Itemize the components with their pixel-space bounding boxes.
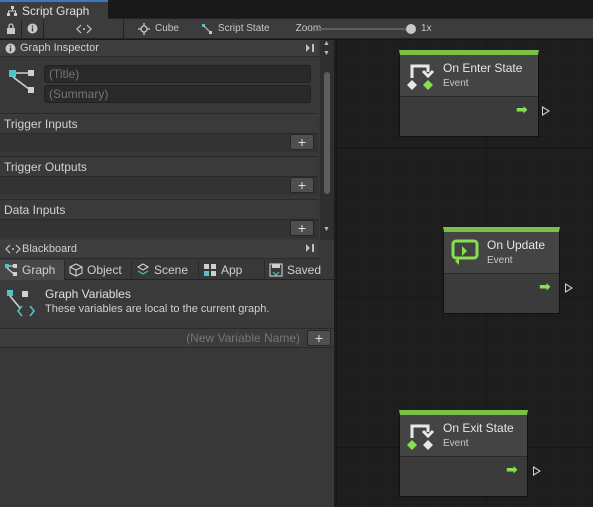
cube-label: Cube bbox=[155, 23, 179, 34]
new-variable-row: + bbox=[0, 328, 334, 348]
flow-output-port[interactable] bbox=[533, 466, 541, 476]
node-title: On Exit State bbox=[443, 421, 514, 435]
tab-object-label: Object bbox=[87, 263, 122, 277]
node-subtitle: Event bbox=[443, 78, 469, 89]
graph-icon bbox=[5, 264, 17, 276]
app-icon bbox=[204, 264, 216, 276]
new-variable-name-input[interactable] bbox=[4, 330, 304, 346]
window-tab-script-graph[interactable]: Script Graph bbox=[0, 0, 108, 19]
window-title: Script Graph bbox=[22, 3, 90, 18]
tab-object[interactable]: Object bbox=[65, 260, 132, 280]
tab-app-label: App bbox=[221, 263, 243, 277]
lock-button[interactable] bbox=[0, 18, 22, 39]
trigger-inputs-label: Trigger Inputs bbox=[4, 117, 78, 131]
blackboard-title: Blackboard bbox=[22, 243, 78, 255]
flow-output-port[interactable] bbox=[542, 106, 550, 116]
graph-variables-info: Graph Variables These variables are loca… bbox=[0, 280, 334, 322]
scroll-down-icon[interactable]: ▼ bbox=[323, 226, 330, 233]
tab-saved[interactable]: Saved bbox=[265, 260, 334, 280]
left-panel: Graph Inspector ▲ ▼ ▼ Trigger Inputs + T… bbox=[0, 40, 334, 507]
node-subtitle: Event bbox=[487, 255, 513, 266]
flow-output-arrow-icon: ➡ bbox=[516, 101, 528, 117]
script-graph-icon bbox=[7, 5, 17, 16]
tab-saved-label: Saved bbox=[287, 263, 322, 277]
graph-variables-desc: These variables are local to the current… bbox=[45, 303, 270, 315]
script-state-label: Script State bbox=[217, 23, 270, 34]
cube-icon bbox=[69, 263, 83, 277]
node-header: On Enter State Event bbox=[400, 55, 538, 97]
tab-graph-label: Graph bbox=[22, 263, 56, 277]
tab-app[interactable]: App bbox=[199, 260, 265, 280]
data-inputs-label: Data Inputs bbox=[4, 203, 66, 217]
graph-inspector-title: Graph Inspector bbox=[20, 42, 99, 54]
script-state-button[interactable]: Script State bbox=[201, 23, 270, 35]
on-enter-state-icon bbox=[407, 64, 435, 90]
scene-icon bbox=[136, 263, 150, 275]
add-trigger-input-button[interactable]: + bbox=[290, 134, 314, 150]
graph-variables-icon bbox=[7, 290, 36, 317]
code-button[interactable] bbox=[44, 18, 124, 39]
trigger-outputs-list bbox=[0, 176, 318, 195]
scroll-up-icon[interactable]: ▼ bbox=[323, 50, 330, 57]
trigger-inputs-list bbox=[0, 133, 318, 152]
info-icon bbox=[5, 43, 16, 53]
blackboard-dock-toggle[interactable] bbox=[303, 241, 317, 255]
window-tabbar: Script Graph bbox=[0, 0, 593, 19]
node-on-enter-state[interactable]: On Enter State Event ➡ bbox=[399, 50, 539, 137]
add-trigger-output-button[interactable]: + bbox=[290, 177, 314, 193]
info-button[interactable] bbox=[22, 18, 44, 39]
cube-object-button[interactable]: Cube bbox=[138, 22, 179, 35]
zoom-slider-track[interactable] bbox=[318, 28, 414, 30]
data-inputs-list bbox=[0, 219, 318, 238]
graph-inspector-header: Graph Inspector bbox=[0, 40, 319, 57]
graph-canvas[interactable]: On Enter State Event ➡ On Update Event ➡ bbox=[334, 40, 593, 507]
zoom-slider-knob[interactable] bbox=[406, 24, 416, 34]
tab-scene[interactable]: Scene bbox=[132, 260, 199, 280]
flow-output-port[interactable] bbox=[565, 283, 573, 293]
lock-icon bbox=[6, 23, 15, 34]
dock-toggle-button[interactable] bbox=[303, 41, 317, 55]
blackboard-icon bbox=[5, 244, 21, 254]
graph-variables-title: Graph Variables bbox=[45, 287, 131, 301]
add-variable-button[interactable]: + bbox=[307, 330, 331, 346]
node-subtitle: Event bbox=[443, 438, 469, 449]
blackboard-tabs: Graph Object Scene App Saved bbox=[0, 260, 334, 280]
scroll-up-icon[interactable]: ▲ bbox=[323, 40, 330, 47]
saved-icon bbox=[269, 263, 283, 277]
on-update-icon bbox=[451, 239, 479, 265]
node-title: On Enter State bbox=[443, 61, 523, 75]
inspector-scrollbar[interactable]: ▲ ▼ ▼ bbox=[320, 40, 334, 240]
flow-output-arrow-icon: ➡ bbox=[506, 461, 518, 477]
graph-icon bbox=[9, 70, 34, 93]
node-title: On Update bbox=[487, 238, 546, 252]
trigger-outputs-label: Trigger Outputs bbox=[4, 160, 87, 174]
flow-output-arrow-icon: ➡ bbox=[539, 278, 551, 294]
tab-graph[interactable]: Graph bbox=[0, 260, 65, 280]
panel-toggle-icon bbox=[306, 44, 314, 52]
blackboard-header: Blackboard bbox=[0, 240, 319, 259]
node-header: On Update Event bbox=[444, 232, 559, 274]
graph-toolbar: Cube Script State Zoom 1x bbox=[0, 18, 593, 39]
info-icon bbox=[27, 23, 38, 34]
script-state-icon bbox=[201, 23, 212, 34]
graph-title-input[interactable] bbox=[44, 65, 311, 83]
on-exit-state-icon bbox=[407, 424, 435, 450]
node-on-update[interactable]: On Update Event ➡ bbox=[443, 227, 560, 314]
node-header: On Exit State Event bbox=[400, 415, 527, 457]
add-data-input-button[interactable]: + bbox=[290, 220, 314, 236]
zoom-value: 1x bbox=[421, 23, 432, 34]
panel-toggle-icon bbox=[306, 244, 314, 252]
scrollbar-thumb[interactable] bbox=[324, 72, 330, 194]
graph-summary-input[interactable] bbox=[44, 85, 311, 103]
code-icon bbox=[75, 24, 92, 33]
node-on-exit-state[interactable]: On Exit State Event ➡ bbox=[399, 410, 528, 497]
tab-scene-label: Scene bbox=[154, 263, 189, 277]
gameobject-icon bbox=[138, 22, 150, 35]
